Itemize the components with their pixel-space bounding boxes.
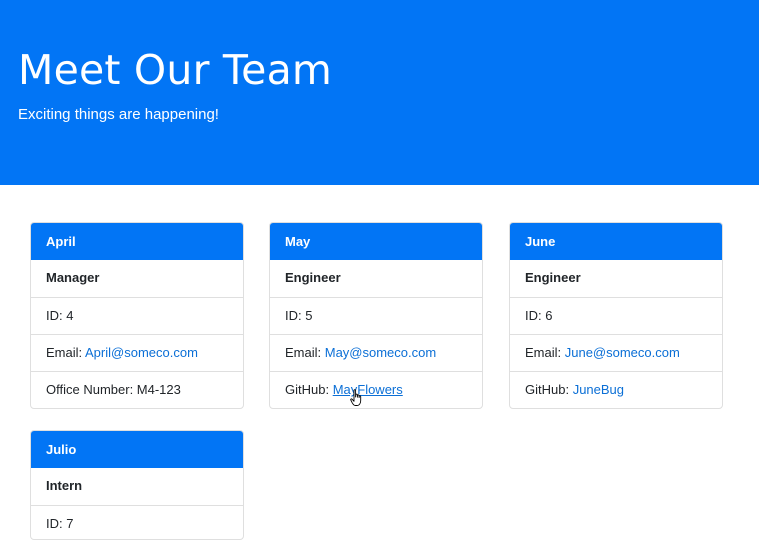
card-header-name: April — [31, 223, 243, 260]
card-header-name: May — [270, 223, 482, 260]
card-email-row: Email: April@someco.com — [31, 334, 243, 371]
employee-card-may: May Engineer ID: 5 Email: May@someco.com… — [269, 222, 483, 409]
card-email-label: Email: — [525, 345, 565, 360]
card-office-number: Office Number: M4-123 — [31, 371, 243, 408]
card-github-row: GitHub: JuneBug — [510, 371, 722, 408]
card-id: ID: 5 — [270, 297, 482, 334]
card-email-link[interactable]: June@someco.com — [565, 345, 680, 360]
card-email-row: Email: June@someco.com — [510, 334, 722, 371]
employee-card-april: April Manager ID: 4 Email: April@someco.… — [30, 222, 244, 409]
page-subtitle: Exciting things are happening! — [18, 106, 219, 123]
card-email-label: Email: — [285, 345, 325, 360]
card-email-link[interactable]: May@someco.com — [325, 345, 436, 360]
card-role: Manager — [46, 270, 100, 285]
card-github-label: GitHub: — [525, 382, 573, 397]
card-id: ID: 4 — [31, 297, 243, 334]
card-id: ID: 6 — [510, 297, 722, 334]
card-header-name: June — [510, 223, 722, 260]
card-github-link[interactable]: MayFlowers — [333, 382, 403, 397]
card-github-link[interactable]: JuneBug — [573, 382, 624, 397]
card-role: Engineer — [285, 270, 341, 285]
hand-cursor-icon — [350, 389, 362, 406]
employee-card-julio: Julio Intern ID: 7 — [30, 430, 244, 540]
hero-banner: Meet Our Team Exciting things are happen… — [0, 0, 759, 185]
card-role: Engineer — [525, 270, 581, 285]
card-github-label: GitHub: — [285, 382, 333, 397]
card-email-label: Email: — [46, 345, 86, 360]
page-title: Meet Our Team — [18, 46, 333, 94]
card-email-link[interactable]: April@someco.com — [85, 345, 198, 360]
card-header-name: Julio — [31, 431, 243, 468]
card-role: Intern — [46, 478, 83, 493]
card-github-row: GitHub: MayFlowers — [270, 371, 482, 408]
employee-card-june: June Engineer ID: 6 Email: June@someco.c… — [509, 222, 723, 409]
card-id: ID: 7 — [31, 505, 243, 539]
card-email-row: Email: May@someco.com — [270, 334, 482, 371]
